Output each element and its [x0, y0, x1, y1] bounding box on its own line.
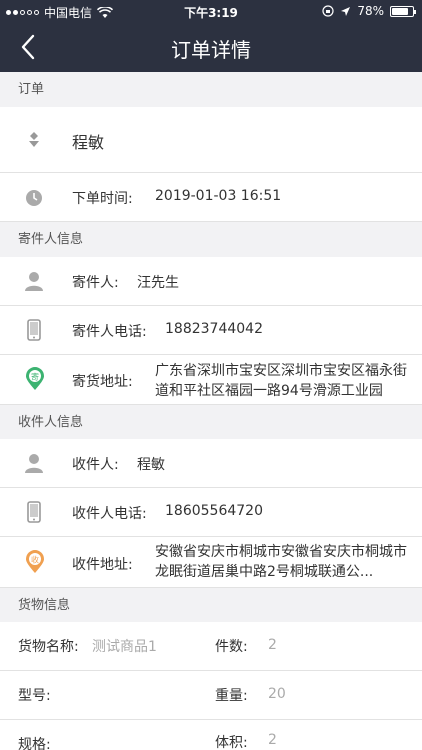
battery-icon [390, 5, 416, 17]
receiver-phone-value: 18605564720 [165, 503, 263, 519]
sender-phone-value: 18823744042 [165, 321, 263, 337]
goods-row-2: 型号: 重量: 20 [0, 671, 422, 720]
goods-volume-label: 体积: [215, 735, 248, 750]
order-time-row: 下单时间: 2019-01-03 16:51 [0, 173, 422, 222]
goods-row-3: 规格: 体积: 2 [0, 720, 422, 750]
phone-icon [27, 319, 41, 341]
goods-weight-label: 重量: [215, 688, 248, 704]
sender-address-value: 广东省深圳市宝安区深圳市宝安区福永街道和平社区福园一路94号滑源工业园 [155, 363, 407, 399]
receiver-phone-row: 收件人电话: 18605564720 [0, 488, 422, 537]
order-time-label: 下单时间: [72, 191, 133, 207]
order-time-value: 2019-01-03 16:51 [155, 188, 282, 204]
receiver-address-label: 收件地址: [72, 557, 133, 573]
location-icon [341, 6, 351, 16]
goods-weight-value: 20 [268, 686, 286, 702]
battery-fill [392, 7, 408, 15]
sender-address-label: 寄货地址: [72, 374, 133, 390]
nav-bar: 订单详情 [0, 22, 422, 72]
section-sender: 寄件人信息 [18, 232, 84, 247]
section-goods: 货物信息 [18, 598, 71, 613]
header: 中国电信 下午3:19 78% 订单详情 [0, 0, 422, 72]
sender-phone-row: 寄件人电话: 18823744042 [0, 306, 422, 355]
receiver-address-value: 安徽省安庆市桐城市安徽省安庆市桐城市龙眠街道居巢中路2号桐城联通公... [155, 544, 407, 580]
receiver-address-row: 收 收件地址: 安徽省安庆市桐城市安徽省安庆市桐城市龙眠街道居巢中路2号桐城联通… [0, 537, 422, 588]
status-bar: 中国电信 下午3:19 78% [0, 0, 422, 22]
goods-count-value: 2 [268, 637, 277, 653]
order-name-row: 程敏 [0, 107, 422, 173]
receiver-phone-label: 收件人电话: [72, 506, 147, 522]
battery-percent: 78% [357, 4, 384, 18]
receiver-name-row: 收件人: 程敏 [0, 439, 422, 488]
receiver-name-label: 收件人: [72, 457, 119, 473]
user-icon [25, 454, 43, 473]
section-order: 订单 [18, 82, 45, 97]
clock-icon [26, 190, 42, 206]
person-icon [29, 132, 39, 147]
sender-name-label: 寄件人: [72, 275, 119, 291]
receiver-name-value: 程敏 [137, 457, 165, 473]
user-icon [25, 272, 43, 291]
sender-name-row: 寄件人: 汪先生 [0, 257, 422, 306]
lock-rotation-icon [322, 5, 334, 17]
sender-name-value: 汪先生 [137, 275, 179, 291]
goods-model-label: 型号: [18, 688, 51, 704]
goods-name-value: 测试商品1 [92, 639, 157, 655]
sender-phone-label: 寄件人电话: [72, 324, 147, 340]
sender-pin-icon: 寄 [26, 367, 44, 390]
goods-name-label: 货物名称: [18, 639, 79, 655]
receiver-badge-text: 收 [31, 555, 39, 565]
receiver-pin-icon: 收 [26, 550, 44, 573]
phone-icon [27, 501, 41, 523]
goods-volume-value: 2 [268, 732, 277, 748]
order-customer-name: 程敏 [72, 133, 105, 152]
sender-address-row: 寄 寄货地址: 广东省深圳市宝安区深圳市宝安区福永街道和平社区福园一路94号滑源… [0, 355, 422, 405]
goods-spec-label: 规格: [18, 737, 51, 750]
page-title: 订单详情 [171, 38, 251, 62]
goods-count-label: 件数: [215, 639, 248, 655]
goods-row-1: 货物名称: 测试商品1 件数: 2 [0, 622, 422, 671]
section-receiver: 收件人信息 [18, 415, 84, 430]
sender-badge-text: 寄 [31, 372, 39, 382]
